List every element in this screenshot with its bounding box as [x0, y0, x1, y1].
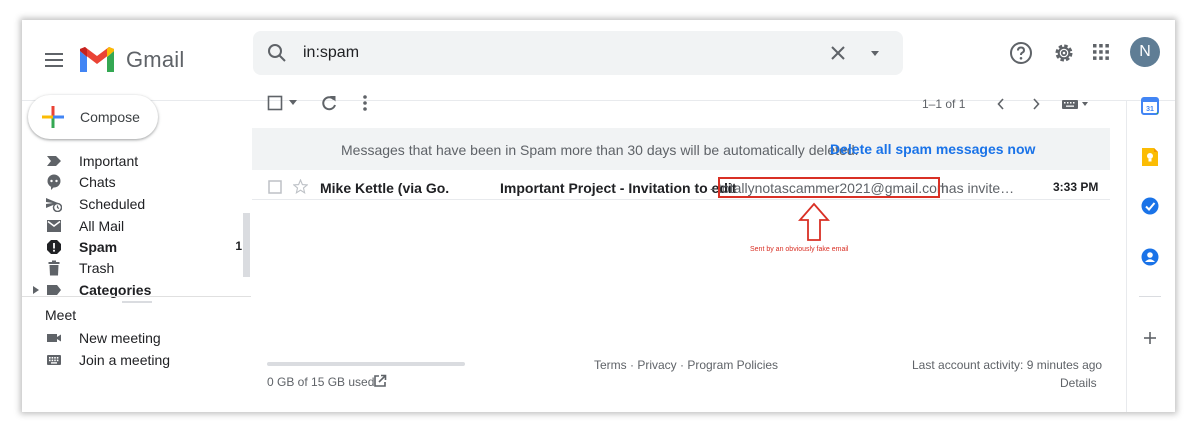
side-panel-separator: [1139, 296, 1161, 297]
footer-links[interactable]: Terms · Privacy · Program Policies: [594, 358, 778, 372]
search-icon[interactable]: [267, 43, 287, 63]
plus-icon: [42, 106, 64, 128]
search-options-icon[interactable]: [870, 48, 880, 58]
refresh-icon[interactable]: [320, 94, 338, 112]
input-tools-icon[interactable]: [1062, 98, 1090, 110]
annotation-text: Sent by an obviously fake email: [750, 246, 849, 253]
banner-text: Messages that have been in Spam more tha…: [341, 142, 859, 158]
compose-label: Compose: [80, 109, 140, 125]
sidebar-item-categories[interactable]: Categories: [22, 280, 250, 301]
sidebar-item-label: Chats: [79, 174, 116, 190]
meet-join-meeting[interactable]: Join a meeting: [22, 350, 250, 371]
spam-count-badge: 1: [235, 239, 242, 253]
compose-button[interactable]: Compose: [28, 95, 158, 139]
tasks-icon[interactable]: [1141, 197, 1159, 215]
scheduled-icon: [46, 198, 62, 212]
star-icon[interactable]: [293, 179, 308, 194]
email-snippet-suffix: has invite…: [941, 180, 1015, 196]
sidebar-item-label: Join a meeting: [79, 352, 171, 368]
important-icon: [47, 156, 61, 166]
last-activity-text: Last account activity: 9 minutes ago: [912, 358, 1103, 372]
contacts-icon[interactable]: [1141, 248, 1159, 266]
all-mail-icon: [47, 220, 61, 232]
annotation-highlight-box: [718, 177, 940, 198]
sidebar-scrollbar[interactable]: [243, 213, 250, 277]
main-menu-button[interactable]: [36, 42, 72, 78]
select-dropdown-icon[interactable]: [289, 100, 297, 106]
more-options-icon[interactable]: [362, 94, 368, 112]
spam-icon: [47, 240, 61, 254]
side-panel-divider: [1126, 101, 1127, 412]
row-checkbox[interactable]: [268, 180, 282, 194]
video-camera-icon: [47, 334, 61, 342]
keyboard-icon: [47, 355, 61, 365]
sidebar-item-spam[interactable]: Spam 1: [22, 237, 250, 258]
gmail-m-icon: [80, 47, 114, 72]
storage-bar: [267, 362, 465, 366]
sidebar-divider: [22, 296, 251, 297]
sidebar-item-scheduled[interactable]: Scheduled: [22, 194, 250, 215]
keep-icon[interactable]: [1141, 147, 1159, 167]
email-snippet-prefix: -: [710, 180, 715, 196]
close-icon[interactable]: [829, 44, 847, 62]
email-time: 3:33 PM: [1053, 180, 1099, 194]
select-all-checkbox[interactable]: [267, 95, 283, 111]
expand-arrow-icon[interactable]: [33, 286, 39, 294]
sidebar-item-label: Trash: [79, 260, 115, 276]
sidebar-item-trash[interactable]: Trash: [22, 258, 250, 279]
add-addon-plus-icon[interactable]: [1143, 331, 1157, 345]
chevron-right-icon[interactable]: [1032, 98, 1040, 110]
sidebar-item-chats[interactable]: Chats: [22, 172, 250, 193]
email-subject: Important Project - Invitation to edit: [500, 180, 737, 196]
gmail-window: Gmail N: [22, 20, 1175, 412]
email-row[interactable]: Mike Kettle (via Go. Important Project -…: [252, 175, 1110, 200]
details-link[interactable]: Details: [1060, 376, 1097, 390]
gear-icon[interactable]: [1052, 41, 1076, 65]
gmail-brand-text[interactable]: Gmail: [126, 47, 184, 73]
meet-new-meeting[interactable]: New meeting: [22, 328, 250, 349]
meet-section-title: Meet: [45, 307, 77, 323]
search-input[interactable]: [303, 39, 783, 67]
storage-usage-text: 0 GB of 15 GB used: [267, 375, 375, 389]
search-bar[interactable]: [253, 31, 903, 75]
account-avatar[interactable]: N: [1130, 37, 1160, 67]
sidebar-item-label: New meeting: [79, 330, 161, 346]
calendar-icon[interactable]: 31: [1141, 97, 1159, 115]
hamburger-icon: [45, 53, 63, 67]
annotation-arrow-icon: [798, 202, 830, 241]
apps-grid-icon[interactable]: [1091, 42, 1111, 62]
pagination-text: 1–1 of 1: [922, 97, 966, 111]
sidebar-item-important[interactable]: Important: [22, 151, 250, 172]
sidebar-item-label: Scheduled: [79, 196, 146, 212]
chevron-left-icon[interactable]: [997, 98, 1005, 110]
help-icon[interactable]: [1009, 41, 1033, 65]
spam-info-banner: Messages that have been in Spam more tha…: [252, 128, 1110, 170]
sidebar-item-label: Important: [79, 153, 139, 169]
chat-icon: [47, 174, 61, 190]
email-sender: Mike Kettle (via Go.: [320, 180, 450, 196]
gmail-logo[interactable]: [78, 45, 116, 75]
sidebar-item-label: Spam: [79, 239, 118, 255]
open-external-icon[interactable]: [373, 374, 387, 388]
sidebar-item-all-mail[interactable]: All Mail: [22, 216, 250, 237]
trash-icon: [48, 260, 60, 276]
resize-handle[interactable]: [122, 301, 152, 303]
delete-all-spam-link[interactable]: Delete all spam messages now: [830, 141, 1035, 157]
sidebar-item-label: All Mail: [79, 218, 125, 234]
svg-text:31: 31: [1146, 106, 1154, 113]
